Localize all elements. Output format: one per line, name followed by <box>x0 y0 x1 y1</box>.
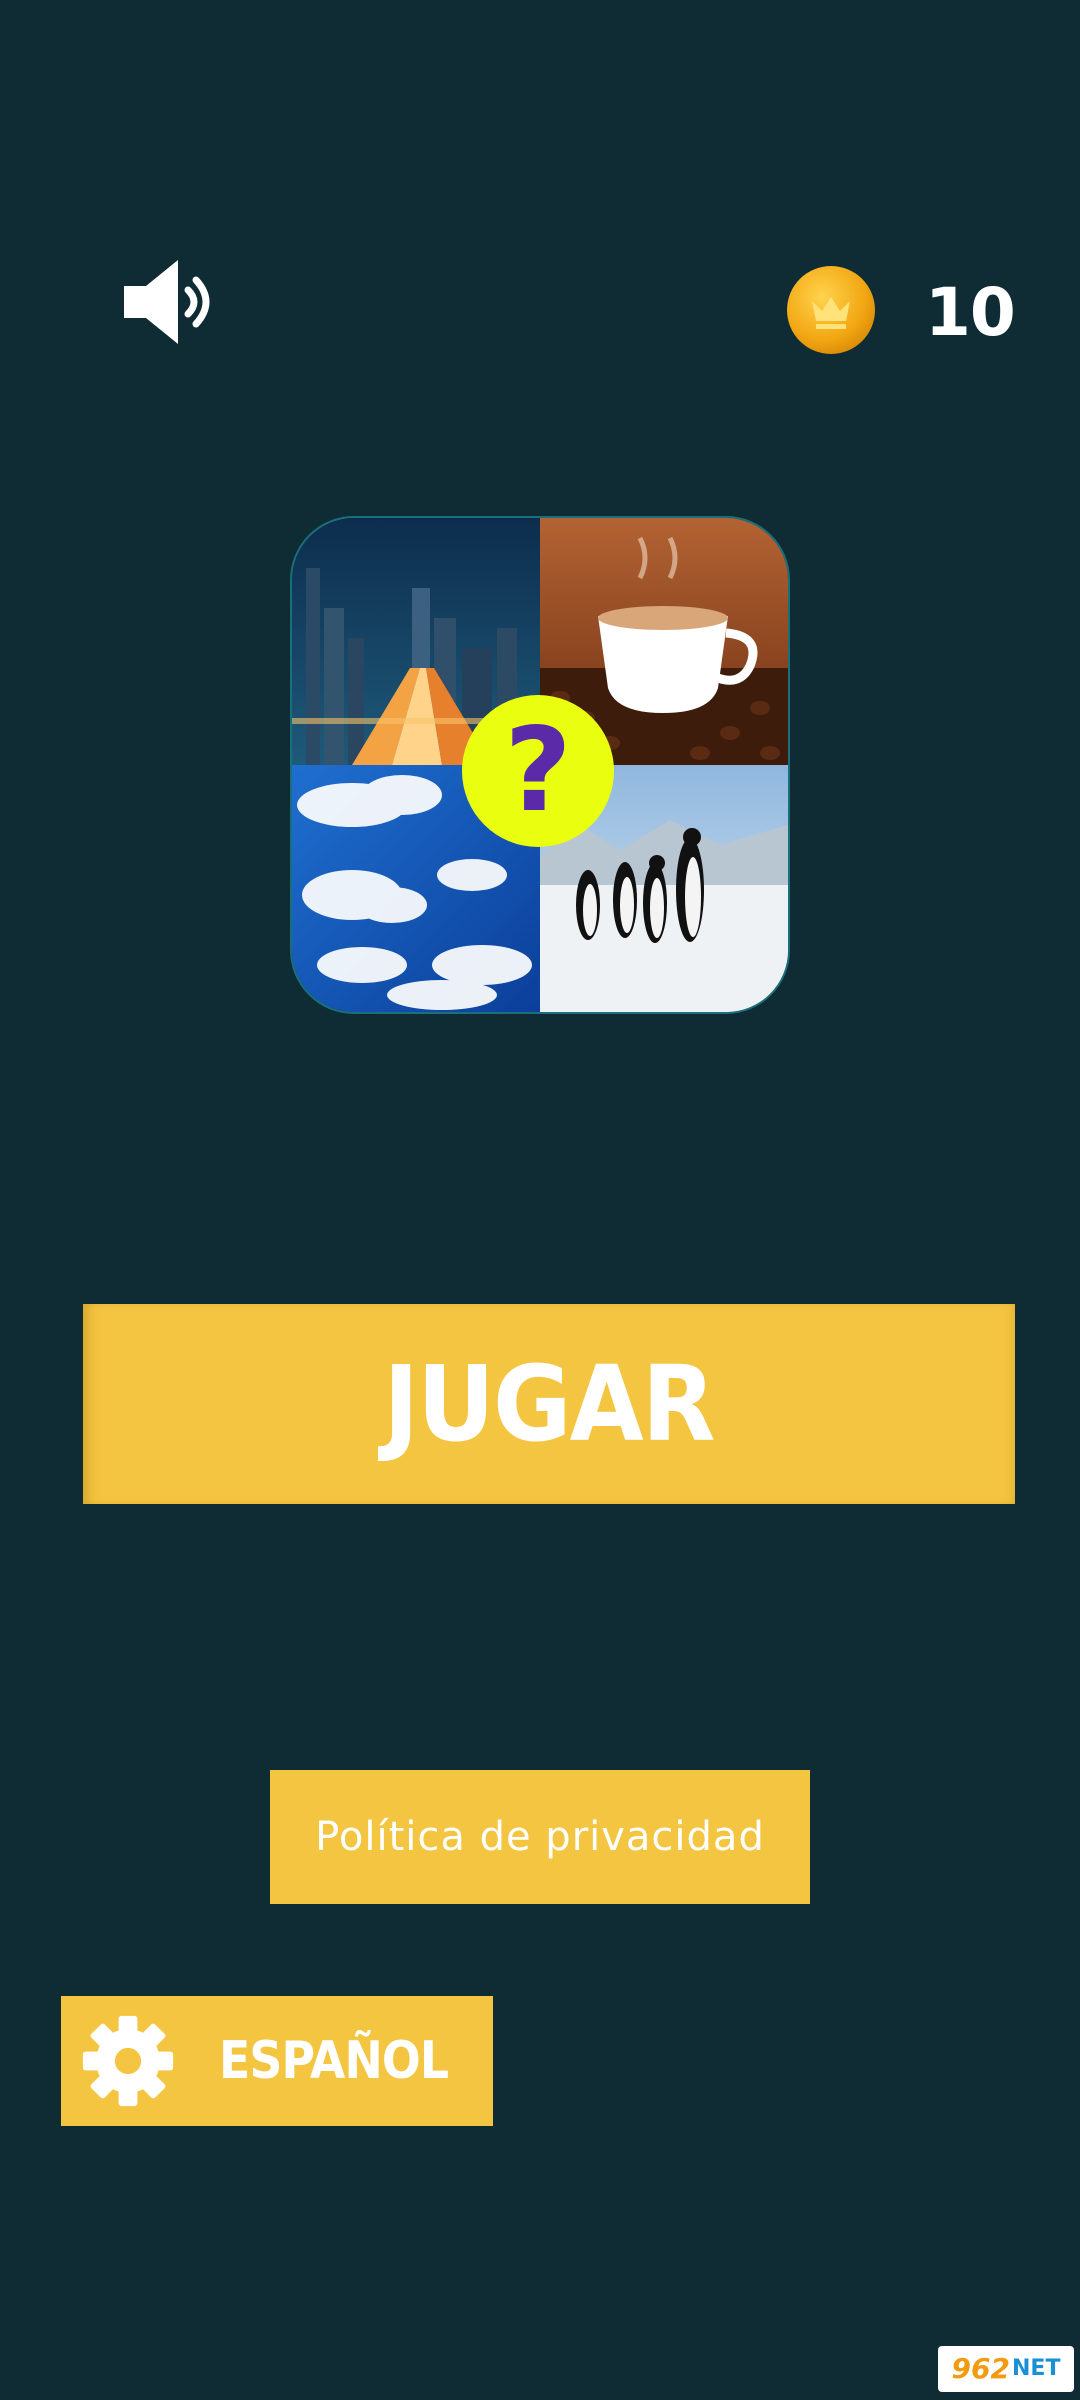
watermark-logo: 962 NET <box>938 2346 1074 2392</box>
watermark-number: 962 <box>951 2352 1010 2385</box>
language-button[interactable]: ESPAÑOL <box>61 1996 493 2126</box>
privacy-policy-label: Política de privacidad <box>315 1814 765 1860</box>
watermark-suffix: NET <box>1012 2356 1061 2381</box>
play-button-label: JUGAR <box>383 1343 716 1465</box>
sound-toggle-button[interactable] <box>118 252 228 352</box>
gear-icon <box>82 2015 174 2107</box>
privacy-policy-button[interactable]: Política de privacidad <box>270 1770 810 1904</box>
coin-icon <box>786 265 876 355</box>
language-label: ESPAÑOL <box>219 2031 449 2091</box>
speaker-on-icon <box>124 260 210 344</box>
question-mark-badge: ? <box>462 695 614 847</box>
coin-count: 10 <box>925 274 1016 351</box>
play-button[interactable]: JUGAR <box>83 1304 1015 1504</box>
game-logo: ? <box>292 518 788 1012</box>
